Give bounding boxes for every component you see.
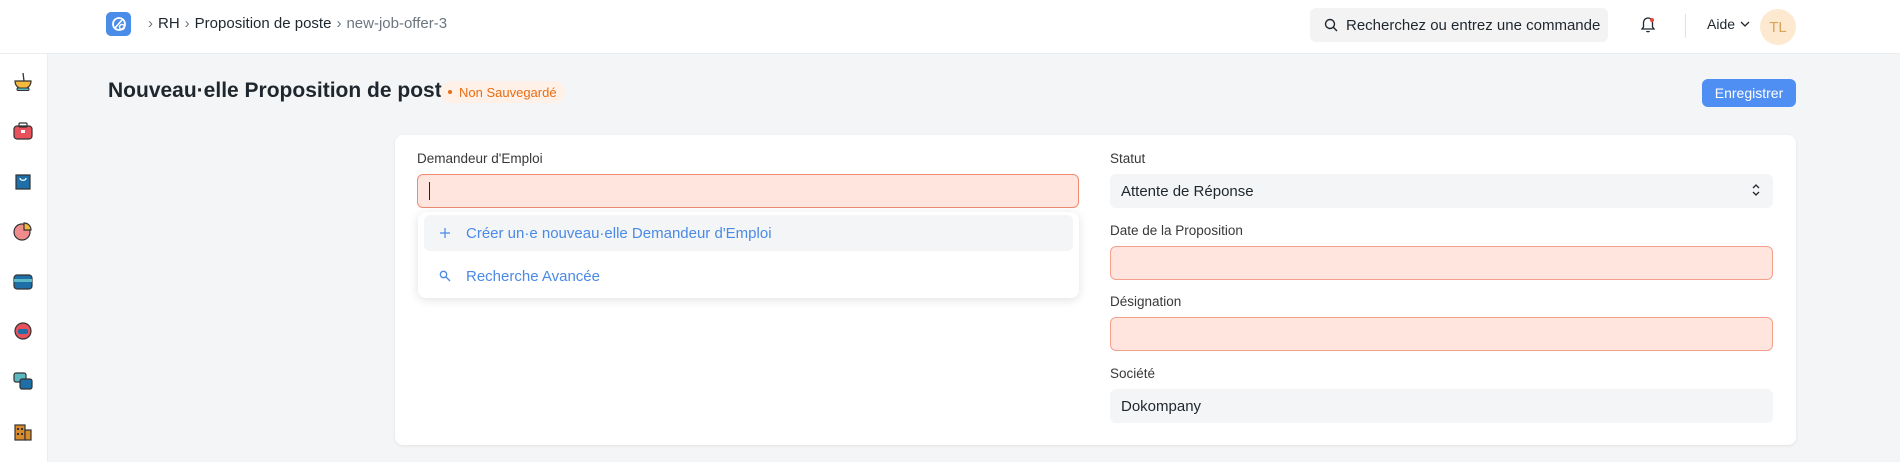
status-dot: [448, 90, 452, 94]
designation-field[interactable]: [1110, 317, 1773, 351]
wallet-icon[interactable]: [12, 270, 34, 292]
advanced-search-label: Recherche Avancée: [466, 267, 600, 285]
status-badge: Non Sauvegardé: [440, 81, 565, 103]
status-field-label: Statut: [1110, 151, 1146, 166]
applicant-field[interactable]: [417, 174, 1079, 208]
logo-icon: [111, 17, 126, 31]
breadcrumb-item-rh[interactable]: RH: [158, 15, 180, 32]
chat-icon[interactable]: [12, 370, 34, 392]
plus-icon: [436, 228, 454, 238]
text-caret: [429, 182, 430, 200]
chevron-right-icon: ›: [184, 15, 190, 32]
chevron-right-icon: ›: [148, 15, 153, 32]
search-placeholder: Recherchez ou entrez une commande: [1346, 16, 1601, 34]
avatar[interactable]: TL: [1760, 9, 1796, 45]
company-label: Société: [1110, 366, 1156, 381]
applicant-dropdown: Créer un·e nouveau·elle Demandeur d'Empl…: [418, 212, 1079, 298]
company-field[interactable]: Dokompany: [1110, 389, 1773, 423]
sidebar: [0, 54, 48, 462]
company-value: Dokompany: [1121, 397, 1202, 415]
breadcrumb-item-job-offer[interactable]: Proposition de poste: [195, 15, 332, 32]
building-icon[interactable]: [12, 420, 34, 442]
breadcrumb: › RH › Proposition de poste › new-job-of…: [143, 15, 447, 32]
offer-date-field[interactable]: [1110, 246, 1773, 280]
help-label: Aide: [1707, 16, 1736, 32]
notification-bell-icon[interactable]: [1640, 16, 1656, 37]
chevron-down-icon: [1740, 21, 1750, 27]
page-title: Nouveau·elle Proposition de poste: [108, 79, 454, 102]
divider: [1685, 14, 1686, 38]
select-arrows-icon: [1752, 184, 1760, 196]
pie-chart-icon[interactable]: [12, 220, 34, 242]
search-icon: [1324, 18, 1338, 32]
status-value: Attente de Réponse: [1121, 182, 1254, 200]
support-icon[interactable]: [12, 320, 34, 342]
status-select[interactable]: Attente de Réponse: [1110, 174, 1773, 208]
chevron-right-icon: ›: [336, 15, 342, 32]
create-applicant-label: Créer un·e nouveau·elle Demandeur d'Empl…: [466, 224, 772, 242]
status-label: Non Sauvegardé: [459, 84, 557, 100]
designation-label: Désignation: [1110, 294, 1182, 309]
shopping-bag-icon[interactable]: [12, 170, 34, 192]
applicant-label: Demandeur d'Emploi: [417, 151, 543, 166]
briefcase-icon[interactable]: [12, 120, 34, 142]
save-button[interactable]: Enregistrer: [1702, 79, 1796, 107]
top-navbar: › RH › Proposition de poste › new-job-of…: [0, 0, 1900, 54]
bowl-icon[interactable]: [12, 70, 34, 92]
app-logo[interactable]: [106, 12, 131, 36]
help-dropdown[interactable]: Aide: [1707, 16, 1750, 32]
create-applicant-option[interactable]: Créer un·e nouveau·elle Demandeur d'Empl…: [424, 215, 1073, 251]
breadcrumb-item-current: new-job-offer-3: [346, 15, 448, 32]
offer-date-label: Date de la Proposition: [1110, 223, 1243, 238]
advanced-search-option[interactable]: Recherche Avancée: [424, 258, 1073, 294]
search-icon: [436, 270, 454, 282]
search-bar[interactable]: Recherchez ou entrez une commande: [1310, 8, 1608, 42]
